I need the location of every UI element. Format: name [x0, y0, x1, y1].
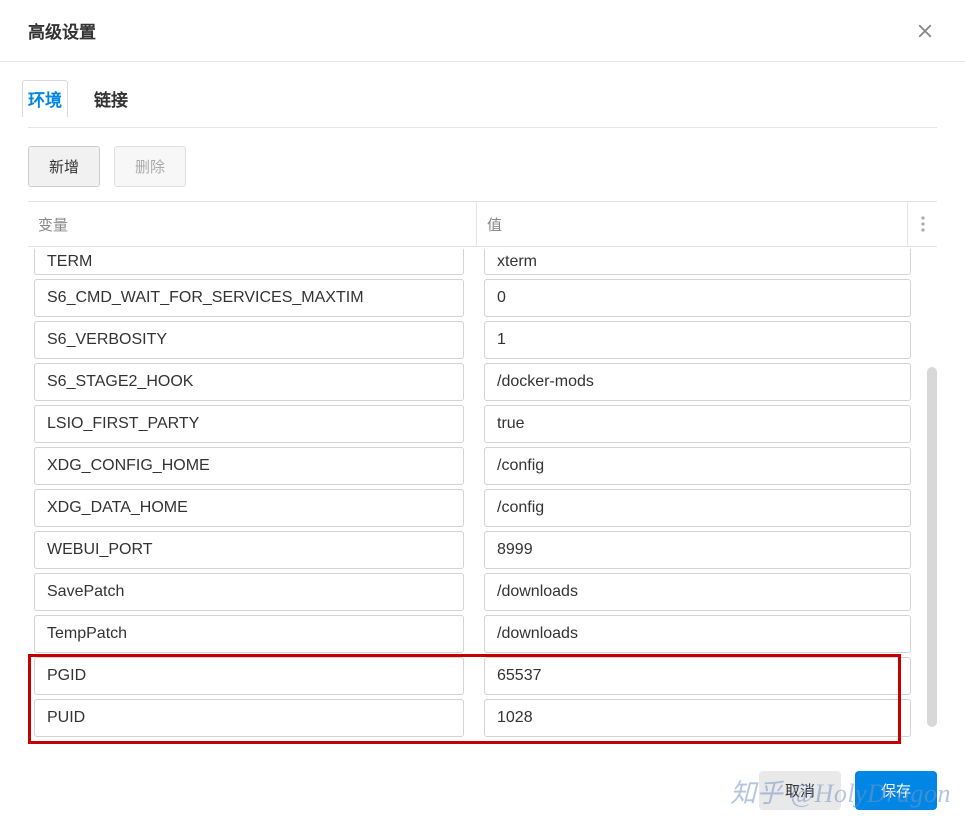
value-input[interactable]: [484, 531, 911, 569]
value-input[interactable]: [484, 699, 911, 737]
value-input[interactable]: [484, 615, 911, 653]
tab-environment[interactable]: 环境: [28, 86, 62, 127]
variable-input[interactable]: [34, 321, 464, 359]
table-row[interactable]: [28, 247, 937, 277]
value-input[interactable]: [484, 405, 911, 443]
value-input[interactable]: [484, 279, 911, 317]
close-icon: [916, 22, 934, 40]
scrollbar-thumb[interactable]: [927, 367, 937, 727]
cell-value: [484, 447, 911, 485]
advanced-settings-modal: 高级设置 环境 链接 新增 删除 变量 值 取消: [0, 0, 965, 828]
tab-bar: 环境 链接: [28, 62, 937, 128]
variable-input[interactable]: [34, 615, 464, 653]
table-row[interactable]: [28, 487, 937, 529]
value-input[interactable]: [484, 489, 911, 527]
cell-value: [484, 321, 911, 359]
cell-value: [484, 531, 911, 569]
cell-variable: [34, 321, 464, 359]
modal-footer: 取消 保存 知乎 @HolyDragon: [0, 757, 965, 828]
variable-input[interactable]: [34, 279, 464, 317]
variable-input[interactable]: [34, 489, 464, 527]
value-input[interactable]: [484, 573, 911, 611]
cell-value: [484, 405, 911, 443]
table-row[interactable]: [28, 445, 937, 487]
cell-value: [484, 615, 911, 653]
table-row[interactable]: [28, 319, 937, 361]
cell-variable: [34, 249, 464, 275]
cell-value: [484, 249, 911, 275]
cell-value: [484, 657, 911, 695]
toolbar: 新增 删除: [28, 128, 937, 201]
variable-input[interactable]: [34, 405, 464, 443]
variable-input[interactable]: [34, 531, 464, 569]
table-row[interactable]: [28, 529, 937, 571]
cell-value: [484, 279, 911, 317]
value-input[interactable]: [484, 657, 911, 695]
cell-variable: [34, 573, 464, 611]
cell-value: [484, 573, 911, 611]
scrollbar[interactable]: [927, 367, 937, 727]
modal-title: 高级设置: [28, 18, 96, 43]
column-header-value: 值: [476, 202, 907, 246]
cell-variable: [34, 657, 464, 695]
table-row[interactable]: [28, 361, 937, 403]
dots-vertical-icon: [921, 216, 925, 232]
column-header-variable: 变量: [28, 214, 476, 235]
value-input[interactable]: [484, 321, 911, 359]
value-input[interactable]: [484, 249, 911, 275]
table-row[interactable]: [28, 655, 937, 697]
cell-variable: [34, 405, 464, 443]
add-button[interactable]: 新增: [28, 146, 100, 187]
table-row[interactable]: [28, 697, 937, 739]
tab-links[interactable]: 链接: [94, 86, 128, 127]
cell-value: [484, 699, 911, 737]
column-options-button[interactable]: [907, 202, 937, 246]
cell-variable: [34, 531, 464, 569]
cell-variable: [34, 447, 464, 485]
cell-value: [484, 363, 911, 401]
variable-input[interactable]: [34, 573, 464, 611]
table-row[interactable]: [28, 613, 937, 655]
delete-button[interactable]: 删除: [114, 146, 186, 187]
cell-variable: [34, 699, 464, 737]
cell-value: [484, 489, 911, 527]
variable-input[interactable]: [34, 447, 464, 485]
modal-header: 高级设置: [0, 0, 965, 62]
modal-body: 环境 链接 新增 删除 变量 值: [0, 62, 965, 757]
table-header: 变量 值: [28, 201, 937, 247]
table-row[interactable]: [28, 571, 937, 613]
table-row[interactable]: [28, 277, 937, 319]
rows-container: [28, 247, 937, 747]
value-input[interactable]: [484, 363, 911, 401]
save-button[interactable]: 保存: [855, 771, 937, 810]
close-button[interactable]: [913, 19, 937, 43]
variable-input[interactable]: [34, 249, 464, 275]
cell-variable: [34, 279, 464, 317]
variable-input[interactable]: [34, 363, 464, 401]
table-row[interactable]: [28, 403, 937, 445]
cell-variable: [34, 489, 464, 527]
variable-input[interactable]: [34, 699, 464, 737]
table-scroll-area: [28, 247, 937, 757]
cancel-button[interactable]: 取消: [759, 771, 841, 810]
cell-variable: [34, 615, 464, 653]
variable-input[interactable]: [34, 657, 464, 695]
value-input[interactable]: [484, 447, 911, 485]
cell-variable: [34, 363, 464, 401]
